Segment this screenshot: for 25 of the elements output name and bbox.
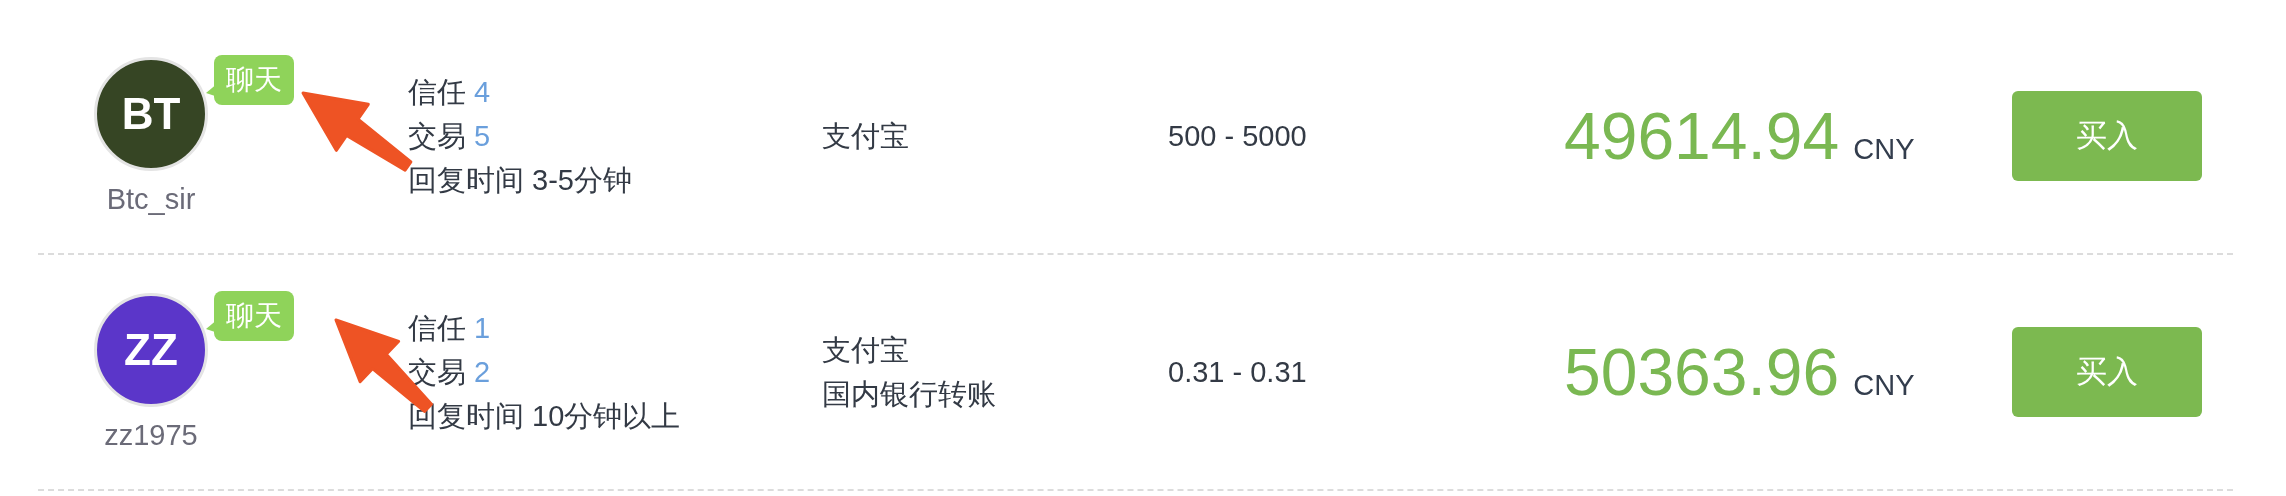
trades-count: 5 xyxy=(474,119,491,154)
trust-count: 4 xyxy=(474,75,491,110)
trades-label: 交易 xyxy=(408,119,466,154)
trust-label: 信任 xyxy=(408,311,466,346)
chat-badge[interactable]: 聊天 xyxy=(214,290,294,341)
trust-label: 信任 xyxy=(408,75,466,110)
username: Btc_sir xyxy=(106,182,196,216)
user-avatar: BT xyxy=(94,56,208,171)
payment-method: 支付宝 xyxy=(822,333,910,368)
username: zz1975 xyxy=(104,418,198,452)
response-time: 回复时间 3-5分钟 xyxy=(408,163,632,198)
user-avatar: ZZ xyxy=(94,292,208,407)
payment-method: 国内银行转账 xyxy=(822,377,997,412)
payment-method: 支付宝 xyxy=(822,119,910,154)
buy-button[interactable]: 买入 xyxy=(2012,327,2202,417)
currency: CNY xyxy=(1853,133,1915,166)
trust-count: 1 xyxy=(474,311,491,346)
trade-limits: 0.31 - 0.31 xyxy=(1168,355,1308,390)
price: 49614.94 xyxy=(1564,98,1840,174)
price: 50363.96 xyxy=(1564,334,1840,410)
currency: CNY xyxy=(1853,369,1915,402)
trades-count: 2 xyxy=(474,355,491,390)
buy-button[interactable]: 买入 xyxy=(2012,91,2202,181)
trade-limits: 500 - 5000 xyxy=(1168,119,1308,154)
chat-badge[interactable]: 聊天 xyxy=(214,54,294,105)
